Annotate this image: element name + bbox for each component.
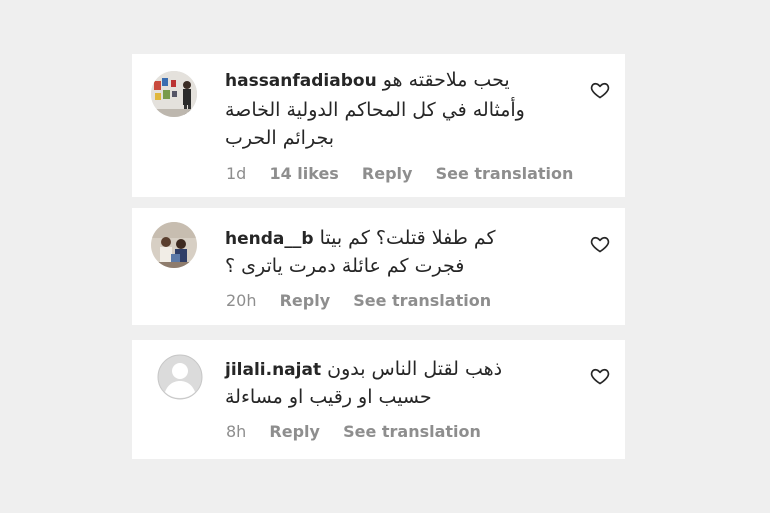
avatar[interactable] <box>151 222 197 268</box>
comment-card: jilali.najat ذهب لقتل الناس بدون حسيب او… <box>132 340 625 459</box>
reply-button[interactable]: Reply <box>362 164 413 183</box>
see-translation-link[interactable]: See translation <box>436 164 574 183</box>
timestamp: 1d <box>226 164 247 183</box>
comment-line: hassanfadiabou يحب ملاحقته هو <box>225 66 510 95</box>
username[interactable]: henda__b <box>225 229 314 249</box>
comment-text: يحب ملاحقته هو <box>382 69 510 91</box>
see-translation-link[interactable]: See translation <box>353 291 491 310</box>
comment-text: كم طفلا قتلت؟ كم بيتا <box>319 227 496 249</box>
comment-meta: 20h Reply See translation <box>226 291 509 310</box>
comment-text: وأمثاله في كل المحاكم الدولية الخاصة <box>225 99 525 121</box>
default-avatar-icon <box>157 354 203 400</box>
see-translation-link[interactable]: See translation <box>343 422 481 441</box>
avatar-photo <box>151 222 197 268</box>
comment-text: بجرائم الحرب <box>225 127 334 149</box>
avatar-photo <box>151 71 197 117</box>
comment-text: فجرت كم عائلة دمرت ياترى ؟ <box>225 255 465 277</box>
avatar[interactable] <box>157 354 203 400</box>
timestamp: 8h <box>226 422 247 441</box>
heart-icon[interactable] <box>590 234 610 254</box>
comment-line: henda__b كم طفلا قتلت؟ كم بيتا <box>225 224 496 253</box>
username[interactable]: jilali.najat <box>225 360 321 380</box>
reply-button[interactable]: Reply <box>280 291 331 310</box>
comment-text: حسيب او رقيب او مساءلة <box>225 386 432 408</box>
avatar[interactable] <box>151 71 197 117</box>
likes-count[interactable]: 14 likes <box>269 164 338 183</box>
timestamp: 20h <box>226 291 257 310</box>
heart-icon[interactable] <box>590 80 610 100</box>
comment-text: ذهب لقتل الناس بدون <box>327 358 503 380</box>
comment-card: hassanfadiabou يحب ملاحقته هو وأمثاله في… <box>132 54 625 197</box>
heart-icon[interactable] <box>590 366 610 386</box>
reply-button[interactable]: Reply <box>269 422 320 441</box>
comment-meta: 1d 14 likes Reply See translation <box>226 164 591 183</box>
comment-meta: 8h Reply See translation <box>226 422 499 441</box>
username[interactable]: hassanfadiabou <box>225 71 377 91</box>
comment-card: henda__b كم طفلا قتلت؟ كم بيتا فجرت كم ع… <box>132 208 625 325</box>
comment-line: jilali.najat ذهب لقتل الناس بدون <box>225 355 502 384</box>
